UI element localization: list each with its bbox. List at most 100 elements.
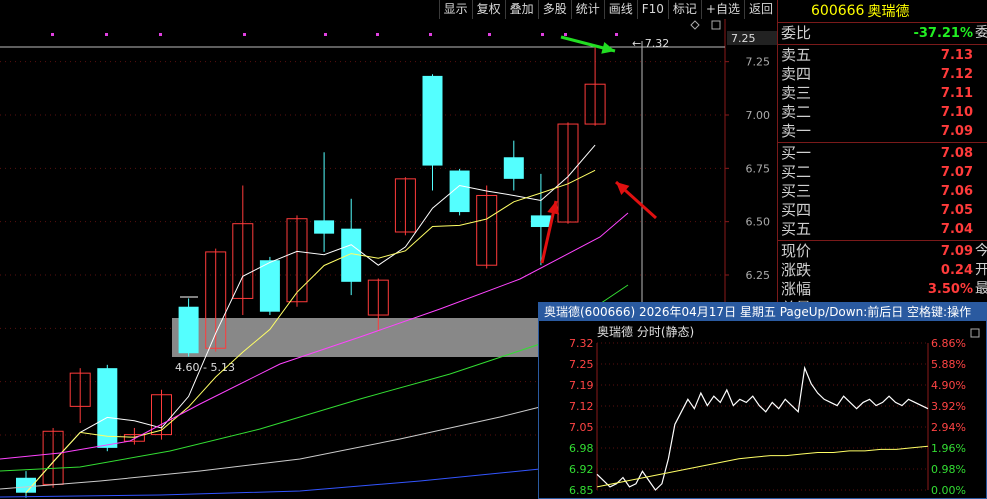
popup-pct-label: 1.96% [931, 442, 966, 455]
price-axis-label: 6.75 [746, 162, 771, 175]
weibi-label: 委比 [781, 24, 812, 42]
divider [778, 22, 987, 23]
quote-label: 涨跌 [781, 261, 812, 279]
sell-row[interactable]: 卖五 7.13 [778, 46, 987, 65]
buy-label: 买一 [781, 144, 812, 162]
buy-row[interactable]: 买一 7.08 [778, 144, 987, 163]
red-arrow-left-head [547, 201, 560, 215]
popup-subtitle: 奥瑞德 分时(静态) [597, 325, 695, 339]
stock-name: 奥瑞德 [867, 3, 910, 20]
current-price-label: 7.25 [731, 32, 756, 45]
buy-row[interactable]: 买二 7.07 [778, 163, 987, 182]
buy-price: 7.06 [940, 184, 973, 199]
sell-row[interactable]: 卖一 7.09 [778, 122, 987, 141]
candle-body [422, 75, 443, 166]
buy-price: 7.04 [940, 222, 973, 237]
sell-price: 7.13 [940, 48, 973, 63]
price-axis-label: 6.50 [746, 216, 771, 229]
buy-label: 买五 [781, 220, 812, 238]
toolbar-button-mark[interactable]: 标记 [667, 0, 701, 19]
sell-label: 卖五 [781, 46, 812, 64]
candle-body [178, 306, 199, 354]
quote-value: 7.09 [940, 244, 973, 259]
sell-price: 7.11 [940, 86, 973, 101]
popup-price-label: 6.98 [569, 442, 594, 455]
weibi-extra: 委 [975, 25, 987, 41]
toolbar-buttons: 显示 复权 叠加 多股 统计 画线 F10 标记 +自选 返回 [438, 0, 777, 19]
popup-pct-label: 6.86% [931, 337, 966, 350]
toolbar-button-stats[interactable]: 统计 [570, 0, 604, 19]
quote-extra: 今 [975, 243, 987, 259]
buy-row[interactable]: 买五 7.04 [778, 220, 987, 239]
event-marker [324, 33, 327, 36]
quote-value: 3.50% [927, 282, 973, 297]
intraday-popup[interactable]: 奥瑞德(600666) 2026年04月17日 星期五 PageUp/Down:… [538, 302, 987, 499]
sell-row[interactable]: 卖三 7.11 [778, 84, 987, 103]
intraday-chart[interactable]: 7.32 6.86% 7.25 5.88% 7.19 4.90% 7.12 3.92% 7.05… [539, 321, 986, 498]
buy-price: 7.07 [940, 165, 973, 180]
event-marker [564, 33, 567, 36]
price-axis-label: 7.00 [746, 109, 771, 122]
sell-row[interactable]: 卖二 7.10 [778, 103, 987, 122]
event-marker [615, 33, 618, 36]
candle-body [503, 157, 524, 179]
candle-body [259, 260, 280, 312]
buy-row[interactable]: 买三 7.06 [778, 182, 987, 201]
popup-price-label: 6.85 [569, 484, 594, 497]
buy-label: 买三 [781, 182, 812, 200]
sell-price: 7.10 [940, 105, 973, 120]
popup-pct-label: 0.00% [931, 484, 966, 497]
popup-title[interactable]: 奥瑞德(600666) 2026年04月17日 星期五 PageUp/Down:… [539, 303, 986, 321]
sell-price: 7.12 [940, 67, 973, 82]
divider [778, 44, 987, 45]
candle-body [314, 220, 335, 234]
event-marker [429, 33, 432, 36]
sell-label: 卖三 [781, 84, 812, 102]
buy-row[interactable]: 买四 7.05 [778, 201, 987, 220]
toolbar-button-f10[interactable]: F10 [636, 0, 668, 19]
popup-price-label: 6.92 [569, 463, 594, 476]
popup-pct-label: 3.92% [931, 400, 966, 413]
buy-price: 7.08 [940, 146, 973, 161]
sell-price: 7.09 [940, 124, 973, 139]
toolbar-button-draw[interactable]: 画线 [603, 0, 637, 19]
sell-label: 卖一 [781, 122, 812, 140]
popup-price-label: 7.25 [569, 358, 594, 371]
popup-pct-label: 4.90% [931, 379, 966, 392]
last-price-label: ← 7.32 [632, 37, 669, 50]
divider [778, 240, 987, 241]
divider [778, 142, 987, 143]
quote-value: 0.24 [940, 263, 973, 278]
weibi-row: 委比 -37.21% 委 [778, 24, 987, 43]
quote-row: 涨幅 3.50% 最 [778, 280, 987, 299]
toolbar-button-display[interactable]: 显示 [438, 0, 472, 19]
popup-price-label: 7.12 [569, 400, 594, 413]
quote-label: 现价 [781, 242, 812, 260]
buy-price: 7.05 [940, 203, 973, 218]
restore-icon [711, 20, 721, 30]
price-axis-label: 6.25 [746, 269, 771, 282]
stock-code: 600666 [811, 2, 865, 19]
popup-price-label: 7.05 [569, 421, 594, 434]
quote-row: 涨跌 0.24 开 [778, 261, 987, 280]
event-marker [376, 33, 379, 36]
toolbar-button-overlay[interactable]: 叠加 [504, 0, 538, 19]
toolbar-button-watchlist[interactable]: +自选 [700, 0, 744, 19]
toolbar-button-multi[interactable]: 多股 [537, 0, 571, 19]
event-marker [243, 33, 246, 36]
candle-body [530, 215, 551, 228]
chart-toolbar: 显示 复权 叠加 多股 统计 画线 F10 标记 +自选 返回 [0, 0, 777, 19]
event-marker [159, 33, 162, 36]
buy-orders: 买一 7.08 买二 7.07 买三 7.06 买四 7.05 买五 7.04 [778, 144, 987, 239]
event-marker [105, 33, 108, 36]
toolbar-button-back[interactable]: 返回 [743, 0, 777, 19]
popup-pct-label: 0.98% [931, 463, 966, 476]
quote-row: 现价 7.09 今 [778, 242, 987, 261]
sell-row[interactable]: 卖四 7.12 [778, 65, 987, 84]
diamond-icon [690, 20, 700, 30]
quote-extra: 最 [975, 281, 987, 297]
toolbar-button-adjust[interactable]: 复权 [471, 0, 505, 19]
event-marker [51, 33, 54, 36]
event-marker [488, 33, 491, 36]
popup-pct-label: 5.88% [931, 358, 966, 371]
